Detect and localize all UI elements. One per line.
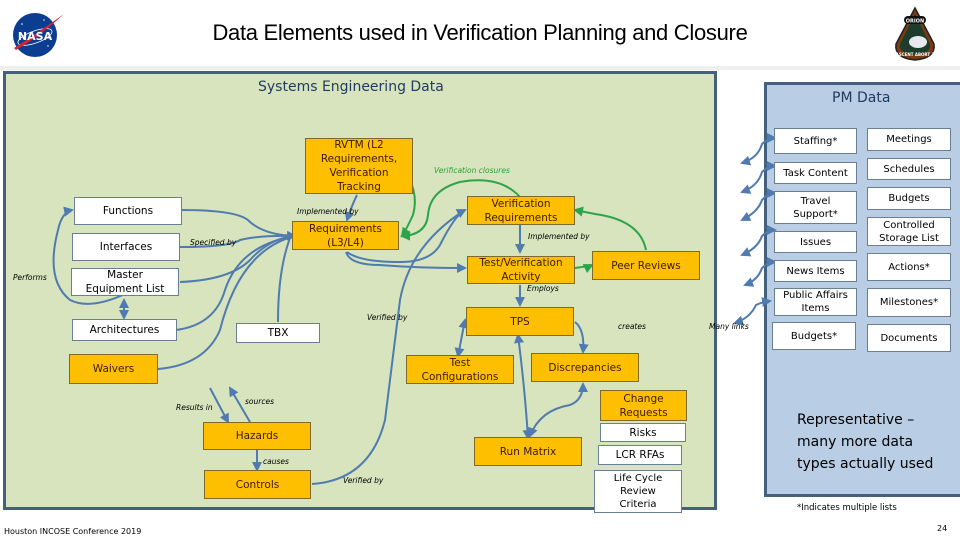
box-controls[interactable]: Controls [204,470,311,499]
box-rvtm[interactable]: RVTM (L2 Requirements, Verification Trac… [305,138,413,194]
page-number: 24 [937,524,948,533]
pm-item-travel-support[interactable]: Travel Support* [774,191,857,224]
label-performs: Performs [13,273,47,282]
label-sources: sources [245,397,274,406]
pm-item-schedules[interactable]: Schedules [867,158,951,180]
pm-item-documents[interactable]: Documents [867,324,951,352]
box-tbx[interactable]: TBX [236,323,320,343]
box-requirements[interactable]: Requirements (L3/L4) [292,221,399,250]
slide-title: Data Elements used in Verification Plann… [212,20,748,45]
box-verification-requirements[interactable]: Verification Requirements [467,196,575,225]
label-results-in: Results in [176,403,213,412]
box-hazards[interactable]: Hazards [203,422,311,450]
pm-item-staffing[interactable]: Staffing* [774,128,857,154]
label-implemented-by-1: Implemented by [297,207,359,216]
label-creates: creates [618,322,646,331]
pm-item-budgets-star[interactable]: Budgets* [772,322,856,350]
pm-note: Representative – many more data types ac… [797,412,934,472]
pm-item-meetings[interactable]: Meetings [867,128,951,151]
label-implemented-by-2: Implemented by [528,232,590,241]
pm-item-milestones[interactable]: Milestones* [867,288,951,317]
pm-item-public-affairs-items[interactable]: Public Affairs Items [774,288,857,316]
pm-footnote: *Indicates multiple lists [797,503,897,513]
pm-item-budgets[interactable]: Budgets [867,187,951,210]
label-causes: causes [263,457,289,466]
pm-panel-title: PM Data [832,90,891,106]
pm-item-actions[interactable]: Actions* [867,253,951,281]
box-waivers[interactable]: Waivers [69,354,158,384]
box-peer-reviews[interactable]: Peer Reviews [592,251,700,280]
label-specified-by: Specified by [190,238,237,247]
pm-item-issues[interactable]: Issues [774,231,857,253]
pm-item-news-items[interactable]: News Items [774,260,857,282]
box-architectures[interactable]: Architectures [72,319,177,341]
svg-text:ASCENT ABORT 2: ASCENT ABORT 2 [896,52,935,57]
box-change-requests[interactable]: Change Requests [600,390,687,421]
box-master-equipment-list[interactable]: Master Equipment List [71,268,179,296]
label-verified-by-2: Verified by [343,476,384,485]
header-divider [0,66,960,70]
label-many-links: Many links [709,322,749,331]
box-test-verification-activity[interactable]: Test/Verification Activity [467,256,575,284]
box-tps[interactable]: TPS [466,307,574,336]
box-test-configurations[interactable]: Test Configurations [406,355,514,384]
box-discrepancies[interactable]: Discrepancies [531,353,639,382]
conference-footer: Houston INCOSE Conference 2019 [4,527,142,536]
label-verification-closures: Verification closures [434,166,510,175]
pm-item-task-content[interactable]: Task Content [774,162,857,184]
box-functions[interactable]: Functions [74,197,182,225]
se-panel-title: Systems Engineering Data [258,79,444,95]
box-risks[interactable]: Risks [600,423,686,442]
label-employs: Employs [527,284,559,293]
box-life-cycle-review-criteria[interactable]: Life Cycle Review Criteria [594,470,682,513]
pm-item-controlled-storage-list[interactable]: Controlled Storage List [867,217,951,246]
box-interfaces[interactable]: Interfaces [72,233,180,261]
label-verified-by-1: Verified by [367,313,408,322]
box-lcr-rfas[interactable]: LCR RFAs [598,445,682,465]
box-run-matrix[interactable]: Run Matrix [474,437,582,466]
